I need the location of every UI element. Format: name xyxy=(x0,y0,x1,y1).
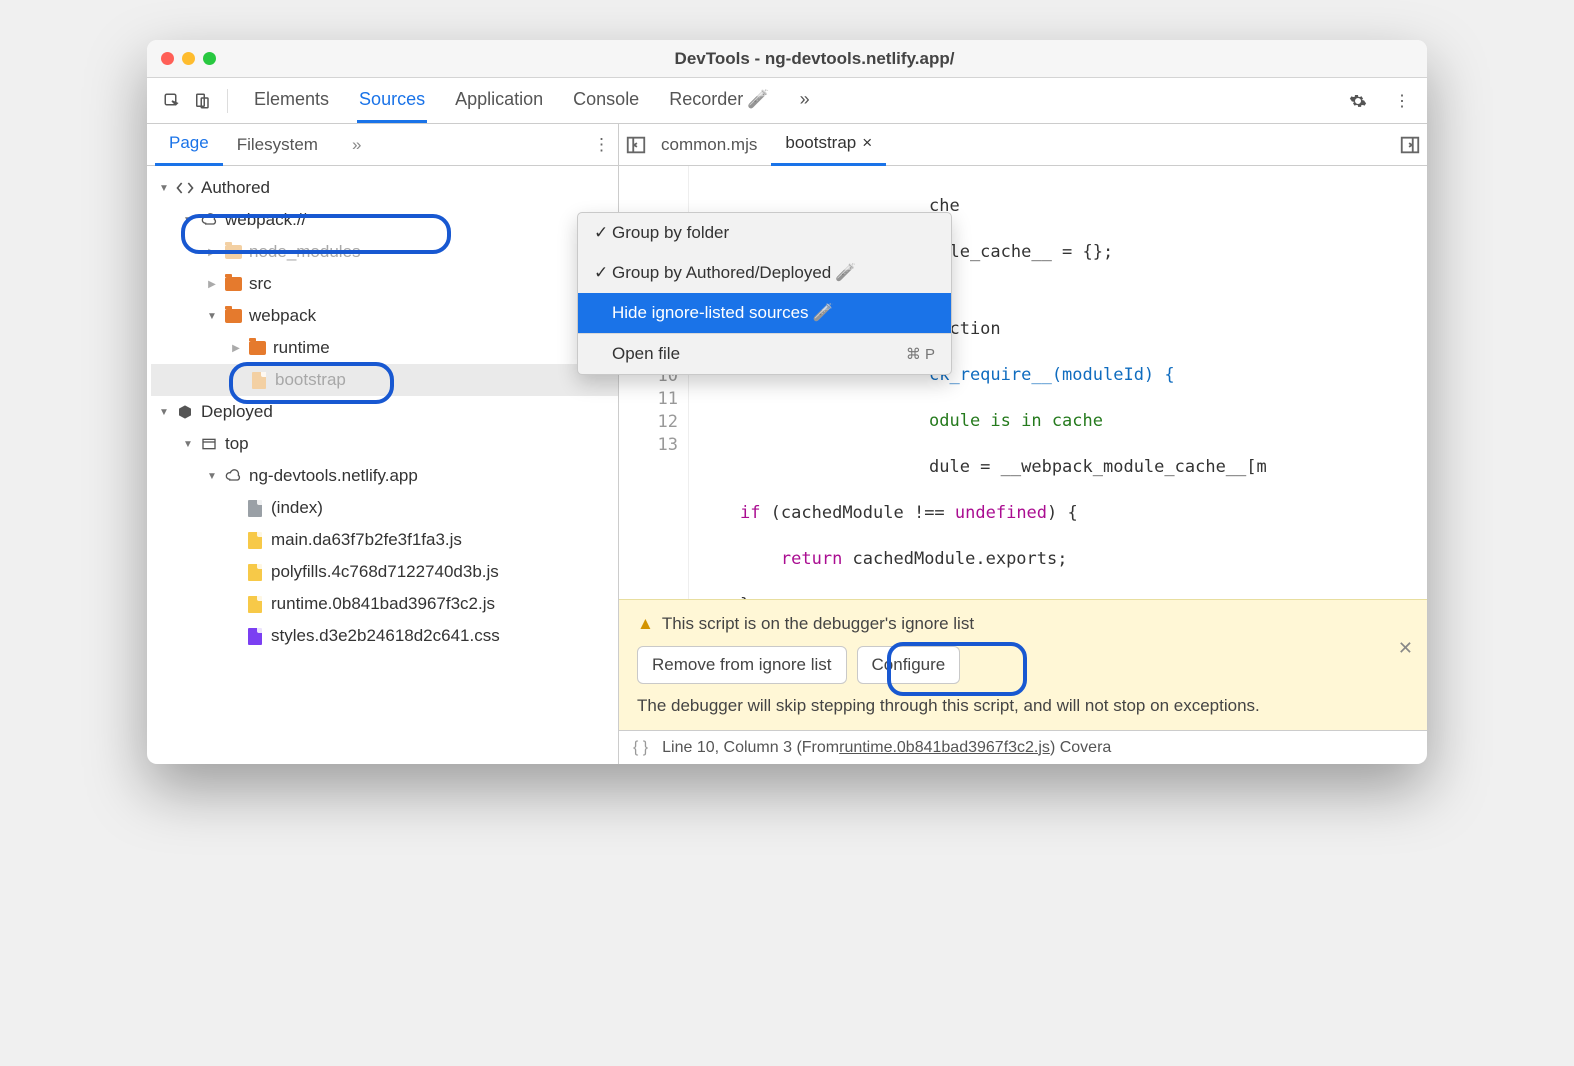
tree-domain[interactable]: ng-devtools.netlify.app xyxy=(151,460,618,492)
pretty-print-icon[interactable]: { } xyxy=(633,739,648,757)
more-icon[interactable]: ⋮ xyxy=(1387,86,1417,116)
ignore-list-banner: ▲This script is on the debugger's ignore… xyxy=(619,599,1427,730)
sidebar-more-icon[interactable]: ⋮ xyxy=(593,135,610,155)
tree-webpack-scheme[interactable]: webpack:// xyxy=(151,204,618,236)
tree-runtime-js[interactable]: runtime.0b841bad3967f3c2.js xyxy=(151,588,618,620)
sidebar-toggle-icon[interactable] xyxy=(1399,134,1421,156)
close-banner-icon[interactable]: ✕ xyxy=(1398,638,1413,659)
editor-tab-bootstrap[interactable]: bootstrap× xyxy=(771,123,886,166)
editor-tab-common[interactable]: common.mjs xyxy=(647,125,771,165)
tab-application[interactable]: Application xyxy=(453,79,545,123)
status-bar: { } Line 10, Column 3 (From runtime.0b84… xyxy=(619,730,1427,764)
tree-main-js[interactable]: main.da63f7b2fe3f1fa3.js xyxy=(151,524,618,556)
file-tree: Authored webpack:// node_modules src web… xyxy=(147,166,618,764)
device-toggle-icon[interactable] xyxy=(187,86,217,116)
maximize-icon[interactable] xyxy=(203,52,216,65)
close-tab-icon[interactable]: × xyxy=(862,133,872,153)
side-tab-overflow[interactable]: » xyxy=(338,125,375,165)
minimize-icon[interactable] xyxy=(182,52,195,65)
tree-deployed[interactable]: Deployed xyxy=(151,396,618,428)
tab-sources[interactable]: Sources xyxy=(357,79,427,123)
menu-group-by-folder[interactable]: ✓Group by folder xyxy=(578,213,951,253)
tree-src[interactable]: src xyxy=(151,268,618,300)
gear-icon[interactable] xyxy=(1343,86,1373,116)
warning-icon: ▲ xyxy=(637,614,654,633)
menu-hide-ignored[interactable]: Hide ignore-listed sources xyxy=(578,293,951,333)
window-title: DevTools - ng-devtools.netlify.app/ xyxy=(216,49,1413,69)
tree-styles-css[interactable]: styles.d3e2b24618d2c641.css xyxy=(151,620,618,652)
nav-toggle-icon[interactable] xyxy=(625,134,647,156)
main-toolbar: Elements Sources Application Console Rec… xyxy=(147,78,1427,124)
panel-tabs: Elements Sources Application Console Rec… xyxy=(252,79,1343,123)
banner-desc: The debugger will skip stepping through … xyxy=(637,696,1409,716)
traffic-lights xyxy=(161,52,216,65)
tree-authored[interactable]: Authored xyxy=(151,172,618,204)
tree-webpack-folder[interactable]: webpack xyxy=(151,300,618,332)
tab-console[interactable]: Console xyxy=(571,79,641,123)
menu-open-file[interactable]: Open file⌘ P xyxy=(578,334,951,374)
inspect-icon[interactable] xyxy=(157,86,187,116)
devtools-window: DevTools - ng-devtools.netlify.app/ Elem… xyxy=(147,40,1427,764)
side-tab-page[interactable]: Page xyxy=(155,123,223,166)
tab-elements[interactable]: Elements xyxy=(252,79,331,123)
tree-polyfills-js[interactable]: polyfills.4c768d7122740d3b.js xyxy=(151,556,618,588)
tab-overflow[interactable]: » xyxy=(798,79,812,123)
tree-runtime[interactable]: runtime xyxy=(151,332,618,364)
configure-button[interactable]: Configure xyxy=(857,646,961,684)
tree-index[interactable]: (index) xyxy=(151,492,618,524)
side-tab-filesystem[interactable]: Filesystem xyxy=(223,125,332,165)
tab-recorder[interactable]: Recorder xyxy=(667,79,771,123)
context-menu: ✓Group by folder ✓Group by Authored/Depl… xyxy=(577,212,952,375)
tree-bootstrap[interactable]: bootstrap xyxy=(151,364,618,396)
status-source-file[interactable]: runtime.0b841bad3967f3c2.js xyxy=(839,739,1050,757)
menu-group-by-authored[interactable]: ✓Group by Authored/Deployed xyxy=(578,253,951,293)
tree-node-modules[interactable]: node_modules xyxy=(151,236,618,268)
remove-from-ignore-button[interactable]: Remove from ignore list xyxy=(637,646,847,684)
navigator-sidebar: Page Filesystem » ⋮ Authored webpack:// … xyxy=(147,124,619,764)
tree-top[interactable]: top xyxy=(151,428,618,460)
close-icon[interactable] xyxy=(161,52,174,65)
titlebar: DevTools - ng-devtools.netlify.app/ xyxy=(147,40,1427,78)
